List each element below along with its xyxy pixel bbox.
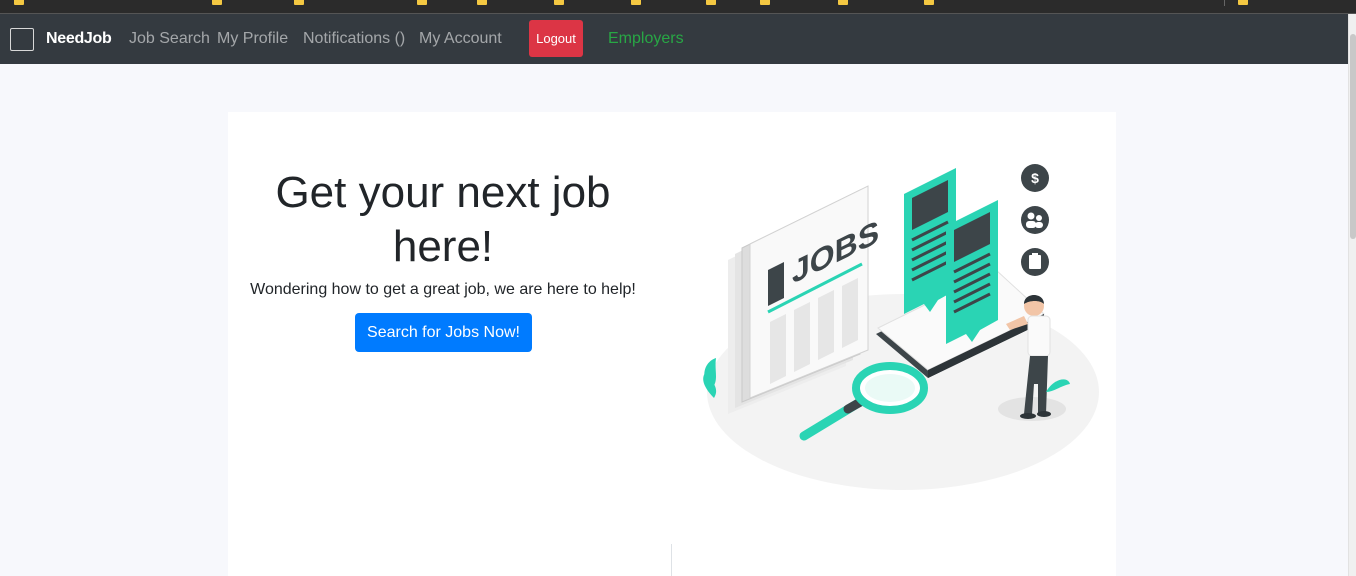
clipboard-icon <box>1021 248 1049 276</box>
nav-employers[interactable]: Employers <box>608 30 684 48</box>
bookmark-icon[interactable] <box>1238 0 1248 5</box>
svg-text:$: $ <box>1031 170 1039 186</box>
bookmark-icon[interactable] <box>706 0 716 5</box>
top-navbar: NeedJob Job Search My Profile Notificati… <box>0 14 1348 64</box>
navbar-toggler-button[interactable] <box>10 28 34 51</box>
nav-job-search[interactable]: Job Search <box>129 30 210 48</box>
hero-card: Get your next job here! Wondering how to… <box>228 112 1116 576</box>
search-jobs-button[interactable]: Search for Jobs Now! <box>355 313 532 352</box>
bookmark-icon[interactable] <box>924 0 934 5</box>
bookmark-icon[interactable] <box>294 0 304 5</box>
hero-subtitle: Wondering how to get a great job, we are… <box>250 281 636 298</box>
jobs-illustration: JOBS $ <box>703 164 1099 490</box>
logout-button[interactable]: Logout <box>529 20 583 57</box>
bookmark-icon[interactable] <box>212 0 222 5</box>
hero-title: Get your next job here! <box>275 168 611 271</box>
bookmark-icon[interactable] <box>14 0 24 5</box>
scrollbar-thumb[interactable] <box>1350 34 1356 239</box>
bookmark-icon[interactable] <box>760 0 770 5</box>
page-scrollbar[interactable] <box>1348 14 1356 576</box>
bookmark-icon[interactable] <box>417 0 427 5</box>
dollar-icon: $ <box>1021 164 1049 192</box>
nav-my-account[interactable]: My Account <box>419 30 502 48</box>
bookmark-separator <box>1224 0 1225 6</box>
bookmarks-bar <box>0 0 1356 14</box>
nav-notifications[interactable]: Notifications () <box>303 30 405 48</box>
section-divider <box>671 544 672 576</box>
bookmark-icon[interactable] <box>838 0 848 5</box>
nav-my-profile[interactable]: My Profile <box>217 30 288 48</box>
bookmark-icon[interactable] <box>631 0 641 5</box>
people-icon <box>1021 206 1049 234</box>
brand-logo[interactable]: NeedJob <box>46 30 112 48</box>
bookmark-icon[interactable] <box>477 0 487 5</box>
bookmark-icon[interactable] <box>554 0 564 5</box>
